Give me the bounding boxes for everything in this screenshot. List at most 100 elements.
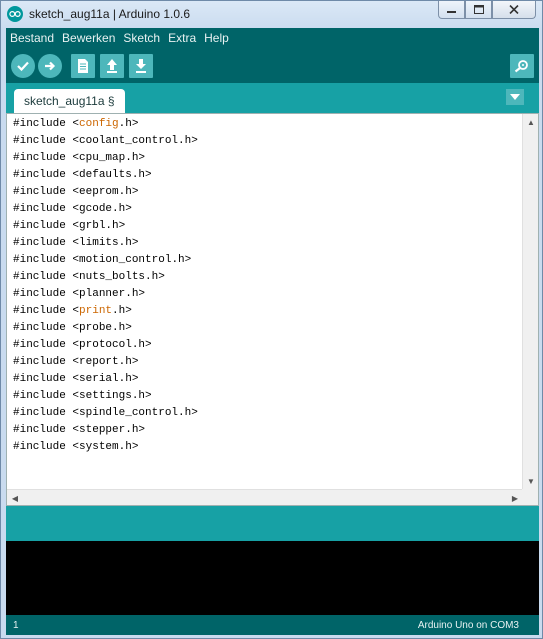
toolbar bbox=[6, 48, 539, 83]
menu-sketch[interactable]: Sketch bbox=[119, 28, 164, 48]
upload-icon bbox=[45, 61, 56, 70]
window-controls bbox=[438, 1, 536, 19]
code-line[interactable]: #include <planner.h> bbox=[13, 286, 522, 303]
scroll-up-icon[interactable]: ▲ bbox=[523, 114, 539, 130]
scroll-down-icon[interactable]: ▼ bbox=[523, 473, 539, 489]
code-line[interactable]: #include <stepper.h> bbox=[13, 422, 522, 439]
code-line[interactable]: #include <system.h> bbox=[13, 439, 522, 456]
scrollbar-corner bbox=[522, 489, 538, 505]
code-line[interactable]: #include <coolant_control.h> bbox=[13, 133, 522, 150]
code-header-name: report bbox=[79, 356, 119, 368]
tab-bar: sketch_aug11a § bbox=[6, 83, 539, 113]
open-button[interactable] bbox=[100, 53, 124, 78]
code-header-name: protocol bbox=[79, 339, 132, 351]
code-line[interactable]: #include <print.h> bbox=[13, 303, 522, 320]
code-include-suffix: .h> bbox=[171, 254, 192, 266]
tab-sketch[interactable]: sketch_aug11a § bbox=[14, 89, 125, 113]
code-header-name: planner bbox=[79, 288, 126, 300]
save-button[interactable] bbox=[129, 53, 153, 78]
code-line[interactable]: #include <nuts_bolts.h> bbox=[13, 269, 522, 286]
line-number: 1 bbox=[13, 620, 19, 631]
code-line[interactable]: #include <protocol.h> bbox=[13, 337, 522, 354]
code-line[interactable]: #include <serial.h> bbox=[13, 371, 522, 388]
code-include-suffix: .h> bbox=[105, 220, 126, 232]
code-line[interactable]: #include <limits.h> bbox=[13, 235, 522, 252]
code-include-suffix: .h> bbox=[112, 322, 132, 334]
new-button[interactable] bbox=[71, 53, 95, 78]
code-include-prefix: #include < bbox=[13, 339, 80, 351]
title-bar[interactable]: sketch_aug11a | Arduino 1.0.6 bbox=[1, 1, 542, 27]
code-include-prefix: #include < bbox=[13, 305, 80, 317]
code-line[interactable]: #include <eeprom.h> bbox=[13, 184, 522, 201]
arduino-logo-icon bbox=[7, 6, 23, 22]
verify-button[interactable] bbox=[11, 53, 35, 78]
code-include-suffix: .h> bbox=[125, 288, 146, 300]
code-line[interactable]: #include <gcode.h> bbox=[13, 201, 522, 218]
code-line[interactable]: #include <cpu_map.h> bbox=[13, 150, 522, 167]
code-include-prefix: #include < bbox=[13, 254, 80, 266]
menu-help[interactable]: Help bbox=[200, 28, 233, 48]
code-include-prefix: #include < bbox=[13, 373, 80, 385]
message-area bbox=[6, 506, 539, 541]
code-line[interactable]: #include <probe.h> bbox=[13, 320, 522, 337]
status-bar: 1 Arduino Uno on COM3 bbox=[6, 615, 539, 635]
maximize-button[interactable] bbox=[465, 1, 492, 19]
scroll-left-icon[interactable]: ◀ bbox=[7, 490, 23, 506]
code-include-suffix: .h> bbox=[178, 135, 198, 147]
code-line[interactable]: #include <spindle_control.h> bbox=[13, 405, 522, 422]
code-include-suffix: .h> bbox=[118, 441, 139, 453]
tab-menu-button[interactable] bbox=[506, 89, 524, 105]
window-title: sketch_aug11a | Arduino 1.0.6 bbox=[29, 7, 191, 21]
serial-monitor-button[interactable] bbox=[510, 53, 534, 78]
code-header-name: probe bbox=[79, 322, 113, 334]
code-header-name: system bbox=[79, 441, 119, 453]
minimize-button[interactable] bbox=[438, 1, 465, 19]
scroll-right-icon[interactable]: ▶ bbox=[507, 490, 523, 506]
console-output[interactable] bbox=[6, 541, 539, 615]
code-header-name: limits bbox=[79, 237, 119, 249]
board-port: Arduino Uno on COM3 bbox=[417, 620, 519, 631]
code-line[interactable]: #include <settings.h> bbox=[13, 388, 522, 405]
code-line[interactable]: #include <grbl.h> bbox=[13, 218, 522, 235]
code-include-prefix: #include < bbox=[13, 271, 80, 283]
code-header-name: print bbox=[79, 305, 113, 317]
code-header-name: stepper bbox=[79, 424, 126, 436]
code-header-name: serial bbox=[79, 373, 119, 385]
code-line[interactable]: #include <report.h> bbox=[13, 354, 522, 371]
code-include-suffix: .h> bbox=[145, 271, 165, 283]
code-header-name: gcode bbox=[79, 203, 113, 215]
code-text[interactable]: #include <config.h> #include <coolant_con… bbox=[13, 116, 522, 456]
menu-extra[interactable]: Extra bbox=[164, 28, 200, 48]
code-header-name: spindle_control bbox=[79, 407, 179, 419]
code-header-name: cpu_map bbox=[79, 152, 126, 164]
code-line[interactable]: #include <defaults.h> bbox=[13, 167, 522, 184]
code-header-name: settings bbox=[79, 390, 132, 402]
code-include-prefix: #include < bbox=[13, 203, 80, 215]
code-include-suffix: .h> bbox=[118, 118, 139, 130]
code-include-prefix: #include < bbox=[13, 237, 80, 249]
code-include-suffix: .h> bbox=[118, 356, 139, 368]
arduino-window: sketch_aug11a | Arduino 1.0.6 Bestand Be… bbox=[0, 0, 543, 639]
new-icon bbox=[78, 58, 88, 73]
code-include-suffix: .h> bbox=[131, 169, 152, 181]
code-header-name: config bbox=[79, 118, 119, 130]
code-include-suffix: .h> bbox=[118, 186, 139, 198]
code-header-name: motion_control bbox=[79, 254, 172, 266]
close-button[interactable] bbox=[492, 1, 536, 19]
code-include-prefix: #include < bbox=[13, 152, 80, 164]
menu-bewerken[interactable]: Bewerken bbox=[58, 28, 119, 48]
code-header-name: grbl bbox=[79, 220, 106, 232]
code-editor[interactable]: #include <config.h> #include <coolant_con… bbox=[6, 113, 539, 506]
code-line[interactable]: #include <config.h> bbox=[13, 116, 522, 133]
code-line[interactable]: #include <motion_control.h> bbox=[13, 252, 522, 269]
menu-bestand[interactable]: Bestand bbox=[6, 28, 58, 48]
code-include-prefix: #include < bbox=[13, 118, 80, 130]
code-include-suffix: .h> bbox=[178, 407, 198, 419]
code-include-suffix: .h> bbox=[112, 203, 132, 215]
code-include-suffix: .h> bbox=[131, 339, 152, 351]
upload-button[interactable] bbox=[38, 53, 62, 78]
code-include-prefix: #include < bbox=[13, 441, 80, 453]
vertical-scrollbar[interactable]: ▲ ▼ bbox=[522, 114, 538, 489]
horizontal-scrollbar[interactable]: ◀ ▶ bbox=[7, 489, 523, 505]
code-include-prefix: #include < bbox=[13, 186, 80, 198]
